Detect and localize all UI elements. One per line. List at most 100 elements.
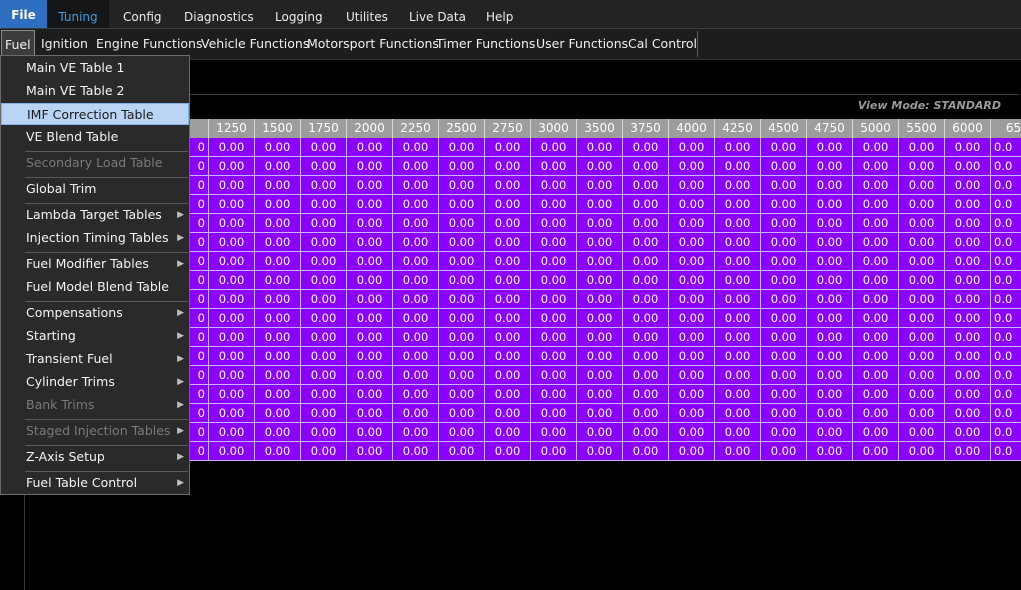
tab-logging[interactable]: Logging [275, 0, 323, 28]
table-cell[interactable]: 0.00 [623, 195, 669, 214]
table-cell[interactable]: 0.00 [899, 385, 945, 404]
table-cell[interactable]: 0.00 [807, 309, 853, 328]
table-cell[interactable]: 0.00 [255, 176, 301, 195]
table-cell[interactable]: 0.00 [531, 271, 577, 290]
table-cell[interactable]: 0.00 [715, 366, 761, 385]
table-cell[interactable]: 0.00 [945, 347, 991, 366]
table-cell[interactable]: 0.00 [301, 385, 347, 404]
table-cell[interactable]: 0.00 [761, 404, 807, 423]
tab-diagnostics[interactable]: Diagnostics [184, 0, 254, 28]
table-cell[interactable]: 0.00 [393, 214, 439, 233]
table-cell[interactable]: 0.00 [393, 347, 439, 366]
table-cell[interactable]: 0.00 [669, 271, 715, 290]
table-cell[interactable]: 0.00 [439, 214, 485, 233]
table-cell[interactable]: 0.00 [393, 404, 439, 423]
table-cell[interactable]: 0.00 [209, 252, 255, 271]
table-cell[interactable]: 0.00 [669, 385, 715, 404]
table-cell[interactable]: 0.00 [209, 157, 255, 176]
table-cell[interactable]: 0.0 [991, 195, 1021, 214]
table-cell[interactable]: 0.00 [347, 290, 393, 309]
table-cell[interactable]: 0.00 [853, 157, 899, 176]
table-cell[interactable]: 0.00 [807, 328, 853, 347]
table-cell[interactable]: 0.0 [991, 252, 1021, 271]
table-cell[interactable]: 0.00 [485, 404, 531, 423]
table-cell[interactable]: 0.0 [991, 233, 1021, 252]
table-cell[interactable]: 0.00 [761, 252, 807, 271]
table-cell[interactable]: 0.00 [807, 252, 853, 271]
table-cell[interactable]: 0.00 [209, 214, 255, 233]
table-cell[interactable]: 0.00 [531, 347, 577, 366]
table-cell[interactable]: 0.00 [439, 138, 485, 157]
table-cell[interactable]: 0.00 [853, 309, 899, 328]
table-cell[interactable]: 0.00 [807, 290, 853, 309]
table-cell[interactable]: 0.00 [715, 328, 761, 347]
table-cell[interactable]: 0.00 [255, 385, 301, 404]
table-cell[interactable]: 0.00 [669, 442, 715, 461]
table-cell[interactable]: 0.00 [853, 423, 899, 442]
table-cell[interactable]: 0.00 [209, 195, 255, 214]
table-cell[interactable]: 0.00 [853, 176, 899, 195]
table-cell[interactable]: 0.00 [439, 233, 485, 252]
table-cell[interactable]: 0.00 [899, 271, 945, 290]
table-cell[interactable]: 0.00 [485, 138, 531, 157]
menu-item-main-ve-table-2[interactable]: Main VE Table 2 [1, 80, 189, 102]
table-cell[interactable]: 0.00 [669, 195, 715, 214]
toolbar-vehicle-functions[interactable]: Vehicle Functions [201, 29, 309, 59]
table-cell[interactable]: 0.00 [669, 347, 715, 366]
table-cell[interactable]: 0.00 [807, 233, 853, 252]
table-cell[interactable]: 0.00 [531, 176, 577, 195]
table-cell[interactable]: 0.00 [347, 309, 393, 328]
table-cell[interactable]: 0.00 [945, 271, 991, 290]
table-cell[interactable]: 0.00 [945, 214, 991, 233]
table-cell[interactable]: 0.00 [347, 366, 393, 385]
table-cell[interactable]: 0.00 [623, 423, 669, 442]
table-cell[interactable]: 0.00 [945, 404, 991, 423]
table-cell[interactable]: 0.00 [439, 309, 485, 328]
table-cell[interactable]: 0.00 [899, 252, 945, 271]
table-cell[interactable]: 0.0 [991, 442, 1021, 461]
table-cell[interactable]: 0.00 [899, 309, 945, 328]
table-cell[interactable]: 0.00 [715, 233, 761, 252]
table-cell[interactable]: 0.00 [531, 233, 577, 252]
table-cell[interactable]: 0.00 [945, 328, 991, 347]
table-cell[interactable]: 0.00 [347, 195, 393, 214]
table-cell[interactable]: 0.00 [255, 157, 301, 176]
table-cell[interactable]: 0.00 [715, 138, 761, 157]
table-cell[interactable]: 0.00 [347, 157, 393, 176]
table-cell[interactable]: 0.00 [301, 404, 347, 423]
tab-file[interactable]: File [0, 0, 47, 28]
table-cell[interactable]: 0.00 [715, 214, 761, 233]
table-cell[interactable]: 0.00 [853, 404, 899, 423]
table-cell[interactable]: 0.00 [853, 252, 899, 271]
table-cell[interactable]: 0.00 [209, 385, 255, 404]
table-cell[interactable]: 0.00 [623, 157, 669, 176]
table-cell[interactable]: 0.00 [669, 233, 715, 252]
menu-item-starting[interactable]: Starting ▶ [1, 325, 189, 347]
table-cell[interactable]: 0.00 [761, 271, 807, 290]
table-cell[interactable]: 0.00 [669, 423, 715, 442]
table-cell[interactable]: 0.00 [531, 157, 577, 176]
table-cell[interactable]: 0.00 [853, 195, 899, 214]
table-cell[interactable]: 0.00 [393, 366, 439, 385]
table-cell[interactable]: 0.00 [945, 290, 991, 309]
table-cell[interactable]: 0.00 [761, 366, 807, 385]
menu-item-imf-correction-table[interactable]: IMF Correction Table [1, 103, 189, 125]
table-cell[interactable]: 0.00 [807, 442, 853, 461]
table-cell[interactable]: 0.00 [945, 366, 991, 385]
table-cell[interactable]: 0.00 [623, 309, 669, 328]
toolbar-user-functions[interactable]: User Functions [536, 29, 628, 59]
table-cell[interactable]: 0.00 [577, 347, 623, 366]
table-cell[interactable]: 0.00 [209, 138, 255, 157]
table-cell[interactable]: 0.00 [623, 442, 669, 461]
table-cell[interactable]: 0.00 [531, 385, 577, 404]
table-cell[interactable]: 0.00 [439, 366, 485, 385]
tab-config[interactable]: Config [123, 0, 162, 28]
table-cell[interactable]: 0.00 [623, 290, 669, 309]
table-cell[interactable]: 0.00 [439, 176, 485, 195]
table-cell[interactable]: 0.00 [899, 328, 945, 347]
table-cell[interactable]: 0.00 [715, 290, 761, 309]
table-cell[interactable]: 0.00 [761, 423, 807, 442]
table-cell[interactable]: 0.00 [301, 195, 347, 214]
table-cell[interactable]: 0.00 [393, 233, 439, 252]
table-cell[interactable]: 0.00 [301, 233, 347, 252]
